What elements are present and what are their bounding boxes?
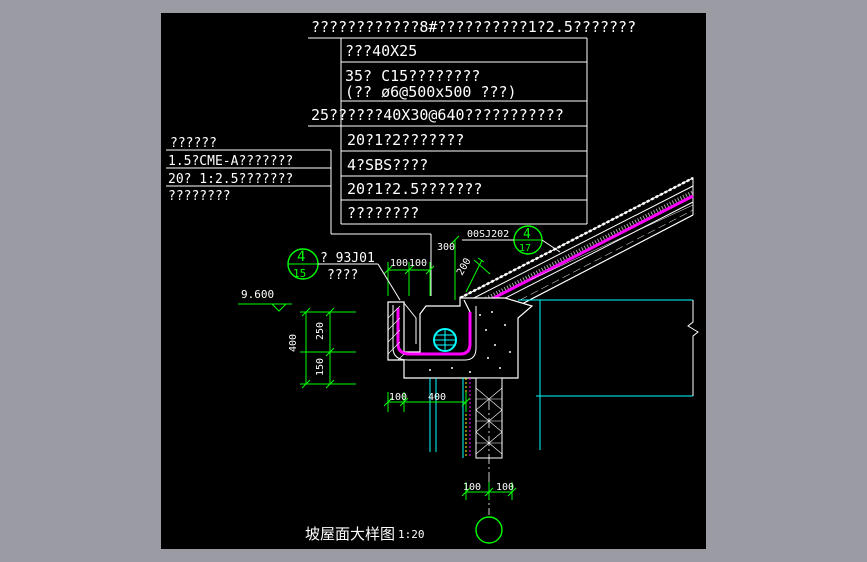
masonry-wall — [462, 377, 503, 459]
ref-b-code: 00SJ202 — [467, 229, 509, 240]
ref-a-label: ???? — [327, 268, 358, 283]
ref-b-number: 4 — [523, 227, 531, 242]
ref-a-number: 4 — [297, 249, 305, 265]
spec-right-line4: 25??????40X30@640??????????? — [311, 106, 564, 124]
ref-a-sheet: 15 — [293, 267, 306, 280]
cad-viewport[interactable]: ????????????8#??????????1?2.5??????? ???… — [0, 0, 867, 562]
spec-left-line2: 1.5?CME-A??????? — [168, 154, 293, 169]
dim-300: 300 — [437, 242, 455, 253]
spec-left-line3: 20? 1:2.5??????? — [168, 172, 293, 187]
detail-drawing: ????????????8#??????????1?2.5??????? ???… — [166, 18, 699, 544]
dim-100-axis-right: 100 — [496, 482, 514, 493]
dim-250: 250 — [315, 322, 326, 340]
drain-pipe — [433, 328, 457, 352]
spec-right-line7: 20?1?2.5??????? — [347, 180, 482, 198]
spec-left-line4: ???????? — [168, 189, 231, 204]
break-line — [687, 300, 699, 396]
spec-right-line2: ???40X25 — [345, 42, 417, 60]
spec-right-line3b: (?? ø6@500x500 ???) — [345, 83, 517, 101]
drawing-title: 坡屋面大样图 — [305, 525, 395, 543]
drawing-sheet[interactable]: ????????????8#??????????1?2.5??????? ???… — [161, 13, 706, 549]
ref-b-sheet: 17 — [519, 243, 531, 254]
dim-150: 150 — [315, 358, 326, 376]
dim-100-top-b: 100 — [409, 258, 427, 269]
spec-right-line1: ????????????8#??????????1?2.5??????? — [311, 18, 636, 36]
ref-a-code: ? 93J01 — [320, 251, 375, 266]
drawing-scale: 1:20 — [398, 528, 425, 541]
gutter-section — [387, 297, 534, 379]
dim-400-bottom: 400 — [428, 392, 446, 403]
dim-400-vertical: 400 — [288, 334, 299, 352]
spec-right-line8: ???????? — [347, 204, 419, 222]
dim-200: 200 — [455, 256, 474, 277]
sloped-roof — [459, 176, 694, 312]
dim-100-bottom: 100 — [389, 392, 407, 403]
spec-left-line1: ?????? — [170, 136, 217, 151]
dim-100-top-a: 100 — [390, 258, 408, 269]
elevation-label: 9.600 — [241, 288, 274, 301]
dim-100-axis-left: 100 — [463, 482, 481, 493]
spec-right-line6: 4?SBS???? — [347, 156, 428, 174]
spec-right-line5: 20?1?2??????? — [347, 131, 464, 149]
